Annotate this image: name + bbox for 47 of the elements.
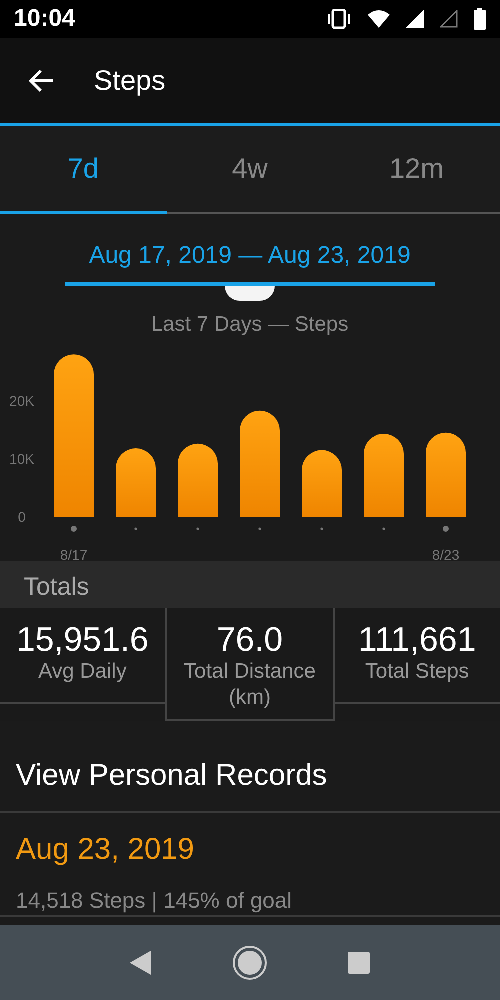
wifi-icon xyxy=(368,10,390,28)
vibrate-icon xyxy=(326,9,352,29)
axis-label: 0 xyxy=(18,508,26,524)
battery-icon xyxy=(474,8,486,30)
signal-icon xyxy=(440,10,458,28)
stat-label: Avg Daily xyxy=(38,658,128,685)
stat-label: Total Distance (km) xyxy=(183,658,317,712)
tick-dot xyxy=(71,526,77,532)
recents-icon[interactable] xyxy=(346,950,371,974)
bar[interactable] xyxy=(302,450,342,516)
home-icon[interactable] xyxy=(232,944,268,980)
period-tab[interactable]: 7d xyxy=(0,126,167,214)
tick-dot xyxy=(134,527,138,530)
bar[interactable] xyxy=(426,432,466,516)
axis-label: 8/17 xyxy=(60,546,88,560)
axis-label: 8/23 xyxy=(432,546,460,560)
day-entry[interactable]: Aug 23, 2019 14,518 Steps | 145% of goal xyxy=(0,812,500,916)
period-tab[interactable]: 12m xyxy=(333,126,500,214)
entry-date: Aug 23, 2019 xyxy=(16,832,196,868)
stat-value: 111,661 xyxy=(357,622,478,659)
tick-dot xyxy=(196,527,200,530)
back-icon[interactable] xyxy=(129,950,154,976)
stat-value: 76.0 xyxy=(216,622,284,659)
stat-label: Total Steps xyxy=(364,658,470,685)
axis-label: 20K xyxy=(10,392,34,408)
period-tab[interactable]: 4w xyxy=(166,126,334,214)
tick-dot xyxy=(443,526,449,532)
personal-records-link[interactable]: View Personal Records xyxy=(0,720,500,812)
axis-label: 10K xyxy=(10,450,34,466)
chart-title: Last 7 Days — Steps xyxy=(151,312,349,338)
bar[interactable] xyxy=(364,434,404,516)
tick-dot xyxy=(382,527,386,530)
tick-dot xyxy=(258,527,262,530)
section-header: Totals xyxy=(0,560,500,608)
bar[interactable] xyxy=(178,443,218,516)
signal-icon xyxy=(406,10,424,28)
tick-dot xyxy=(320,527,324,530)
entry-summary: 14,518 Steps | 145% of goal xyxy=(16,886,294,915)
slider-handle[interactable] xyxy=(225,286,275,301)
bar[interactable] xyxy=(116,448,156,516)
screen-title: Steps xyxy=(94,64,166,98)
stat-value: 15,951.6 xyxy=(15,622,150,659)
back-arrow-icon xyxy=(28,68,54,92)
back-button[interactable] xyxy=(28,68,54,92)
status-time: 10:04 xyxy=(14,4,76,34)
bar[interactable] xyxy=(240,410,280,516)
bar[interactable] xyxy=(54,354,94,516)
